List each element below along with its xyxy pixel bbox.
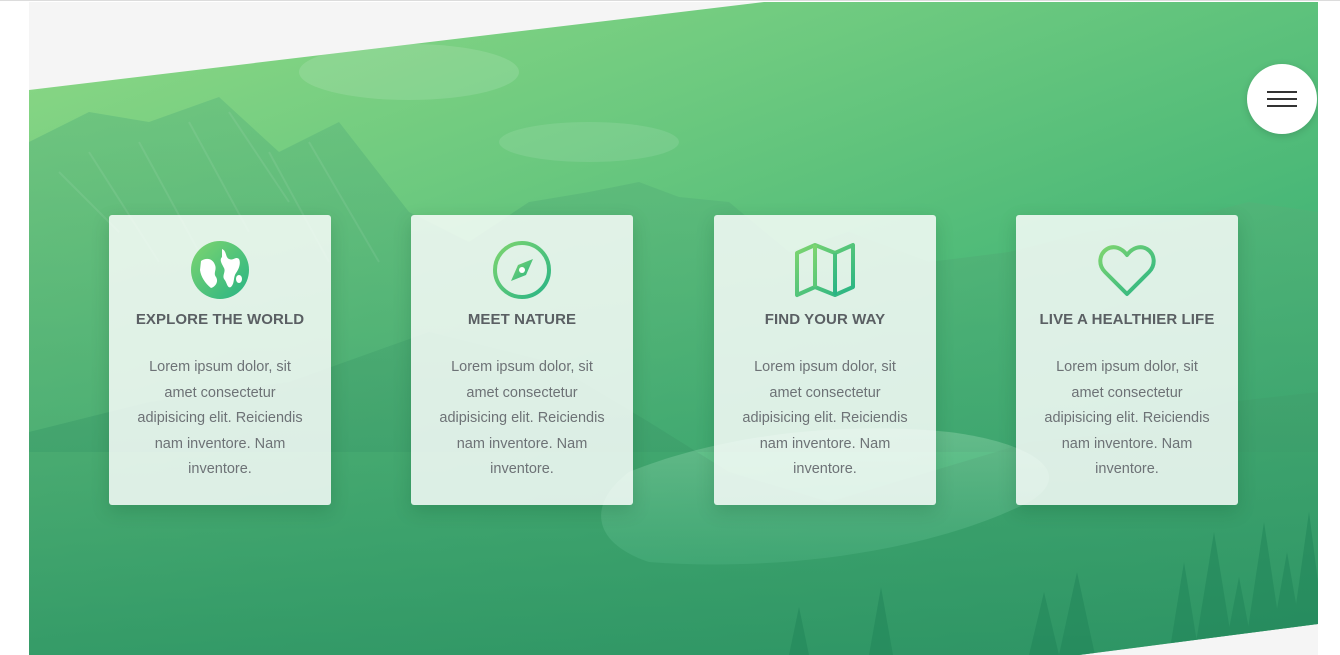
heart-icon: [1098, 245, 1156, 296]
card-text: Lorem ipsum dolor, sit amet consectetur …: [439, 359, 605, 477]
globe-icon: [191, 241, 249, 299]
card-text: Lorem ipsum dolor, sit amet consectetur …: [742, 359, 908, 477]
features-section: EXPLORE THE WORLD Lorem ipsum dolor, sit…: [29, 2, 1318, 655]
feature-card-nature: MEET NATURE Lorem ipsum dolor, sit amet …: [411, 215, 633, 505]
feature-card-explore: EXPLORE THE WORLD Lorem ipsum dolor, sit…: [109, 215, 331, 505]
card-title: EXPLORE THE WORLD: [135, 311, 305, 328]
card-title: FIND YOUR WAY: [764, 311, 886, 328]
card-title: LIVE A HEALTHIER LIFE: [1039, 311, 1215, 328]
card-text: Lorem ipsum dolor, sit amet consectetur …: [1044, 359, 1210, 477]
top-divider: [0, 0, 1340, 1]
page: EXPLORE THE WORLD Lorem ipsum dolor, sit…: [0, 0, 1340, 655]
compass-icon: [493, 241, 551, 299]
map-icon: [795, 243, 855, 297]
feature-card-find-way: FIND YOUR WAY Lorem ipsum dolor, sit ame…: [714, 215, 936, 505]
card-title: MEET NATURE: [467, 311, 577, 328]
card-text: Lorem ipsum dolor, sit amet consectetur …: [137, 359, 303, 477]
feature-card-healthier-life: LIVE A HEALTHIER LIFE Lorem ipsum dolor,…: [1016, 215, 1238, 505]
menu-button[interactable]: [1247, 64, 1317, 134]
